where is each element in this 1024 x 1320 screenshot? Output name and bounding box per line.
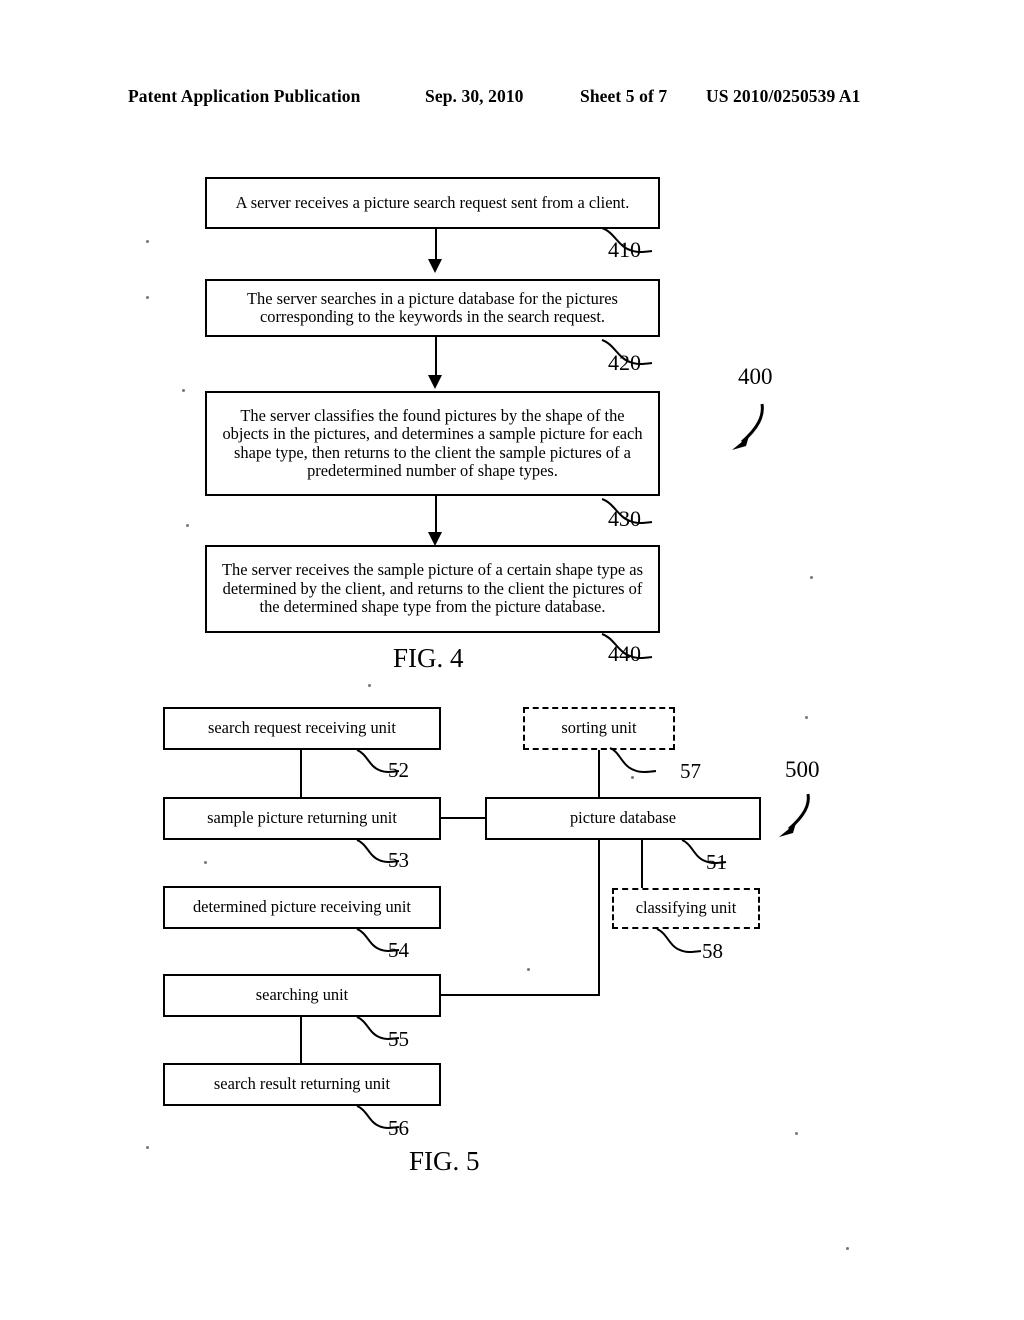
fig4-step-440-box: The server receives the sample picture o…	[205, 545, 660, 633]
fig4-assembly-refnum-400: 400	[738, 364, 773, 389]
fig5-search-request-receiving-unit-label: search request receiving unit	[208, 718, 396, 738]
fig5-refnum-57: 57	[680, 759, 701, 783]
fig5-refnum-54: 54	[388, 938, 409, 962]
fig4-step-410-box: A server receives a picture search reque…	[205, 177, 660, 229]
scan-speck	[846, 1247, 849, 1250]
fig5-refnum-51: 51	[706, 850, 727, 874]
fig4-connector-430-440-arrowhead	[428, 532, 442, 546]
header-publication-date: Sep. 30, 2010	[425, 86, 524, 106]
fig5-picture-database-box: picture database	[485, 797, 761, 840]
fig5-connector-51-55-vertical	[598, 840, 600, 996]
scan-speck	[810, 576, 813, 579]
page-header: Patent Application Publication Sep. 30, …	[0, 86, 1024, 112]
fig5-sorting-unit-box: sorting unit	[523, 707, 675, 750]
fig4-refnum-410: 410	[608, 237, 641, 262]
fig4-caption: FIG. 4	[393, 643, 464, 673]
fig5-searching-unit-label: searching unit	[255, 985, 349, 1005]
fig5-refnum-55: 55	[388, 1027, 409, 1051]
scan-speck	[204, 861, 207, 864]
fig5-assembly-refnum-500: 500	[785, 757, 820, 782]
fig4-refnum-440: 440	[608, 641, 641, 666]
scan-speck	[186, 524, 189, 527]
fig5-search-result-returning-unit-box: search result returning unit	[163, 1063, 441, 1106]
scan-speck	[146, 240, 149, 243]
fig5-classifying-unit-box: classifying unit	[612, 888, 760, 929]
fig5-connector-55-56	[300, 1017, 302, 1063]
fig4-step-440-text: The server receives the sample picture o…	[222, 560, 643, 617]
fig4-step-420-box: The server searches in a picture databas…	[205, 279, 660, 337]
fig4-step-430-box: The server classifies the found pictures…	[205, 391, 660, 496]
fig5-connector-51-58	[641, 840, 643, 888]
fig4-step-420-text: The server searches in a picture databas…	[247, 288, 618, 326]
scan-speck	[527, 968, 530, 971]
fig5-refnum-58: 58	[702, 939, 723, 963]
scan-speck	[368, 684, 371, 687]
scan-speck	[146, 296, 149, 299]
fig5-picture-database-label: picture database	[569, 808, 677, 828]
scan-speck	[795, 1132, 798, 1135]
fig5-sample-picture-returning-unit-box: sample picture returning unit	[163, 797, 441, 840]
fig4-step-430-text: The server classifies the found pictures…	[222, 405, 643, 480]
fig4-connector-410-420-arrowhead	[428, 259, 442, 273]
header-publication-title: Patent Application Publication	[128, 86, 361, 106]
fig5-refnum-53: 53	[388, 848, 409, 872]
fig4-refnum-430: 430	[608, 506, 641, 531]
patent-drawing-page: Patent Application Publication Sep. 30, …	[0, 0, 1024, 1320]
fig5-leader-58	[655, 927, 707, 959]
fig5-assembly-hook-arrow	[770, 790, 828, 842]
fig5-caption: FIG. 5	[409, 1146, 480, 1176]
scan-speck	[146, 1146, 149, 1149]
fig5-connector-53-51	[441, 817, 485, 819]
fig4-refnum-420: 420	[608, 350, 641, 375]
fig5-classifying-unit-label: classifying unit	[635, 898, 737, 918]
scan-speck	[631, 776, 634, 779]
scan-speck	[182, 389, 185, 392]
fig5-refnum-56: 56	[388, 1116, 409, 1140]
fig5-search-request-receiving-unit-box: search request receiving unit	[163, 707, 441, 750]
header-sheet-number: Sheet 5 of 7	[580, 86, 668, 106]
fig5-connector-57-51	[598, 750, 600, 797]
fig5-searching-unit-box: searching unit	[163, 974, 441, 1017]
fig5-refnum-52: 52	[388, 758, 409, 782]
fig5-determined-picture-receiving-unit-box: determined picture receiving unit	[163, 886, 441, 929]
fig5-search-result-returning-unit-label: search result returning unit	[213, 1074, 391, 1094]
header-patent-number: US 2010/0250539 A1	[706, 86, 861, 106]
fig5-sample-picture-returning-unit-label: sample picture returning unit	[207, 808, 397, 828]
fig5-connector-51-55-horizontal	[441, 994, 600, 996]
fig5-determined-picture-receiving-unit-label: determined picture receiving unit	[192, 897, 411, 917]
scan-speck	[805, 716, 808, 719]
fig5-sorting-unit-label: sorting unit	[561, 718, 637, 738]
fig4-assembly-hook-arrow	[722, 400, 782, 456]
fig4-connector-420-430-arrowhead	[428, 375, 442, 389]
fig5-leader-57	[608, 746, 664, 778]
fig4-step-410-text: A server receives a picture search reque…	[235, 192, 630, 212]
fig5-connector-52-53	[300, 750, 302, 797]
